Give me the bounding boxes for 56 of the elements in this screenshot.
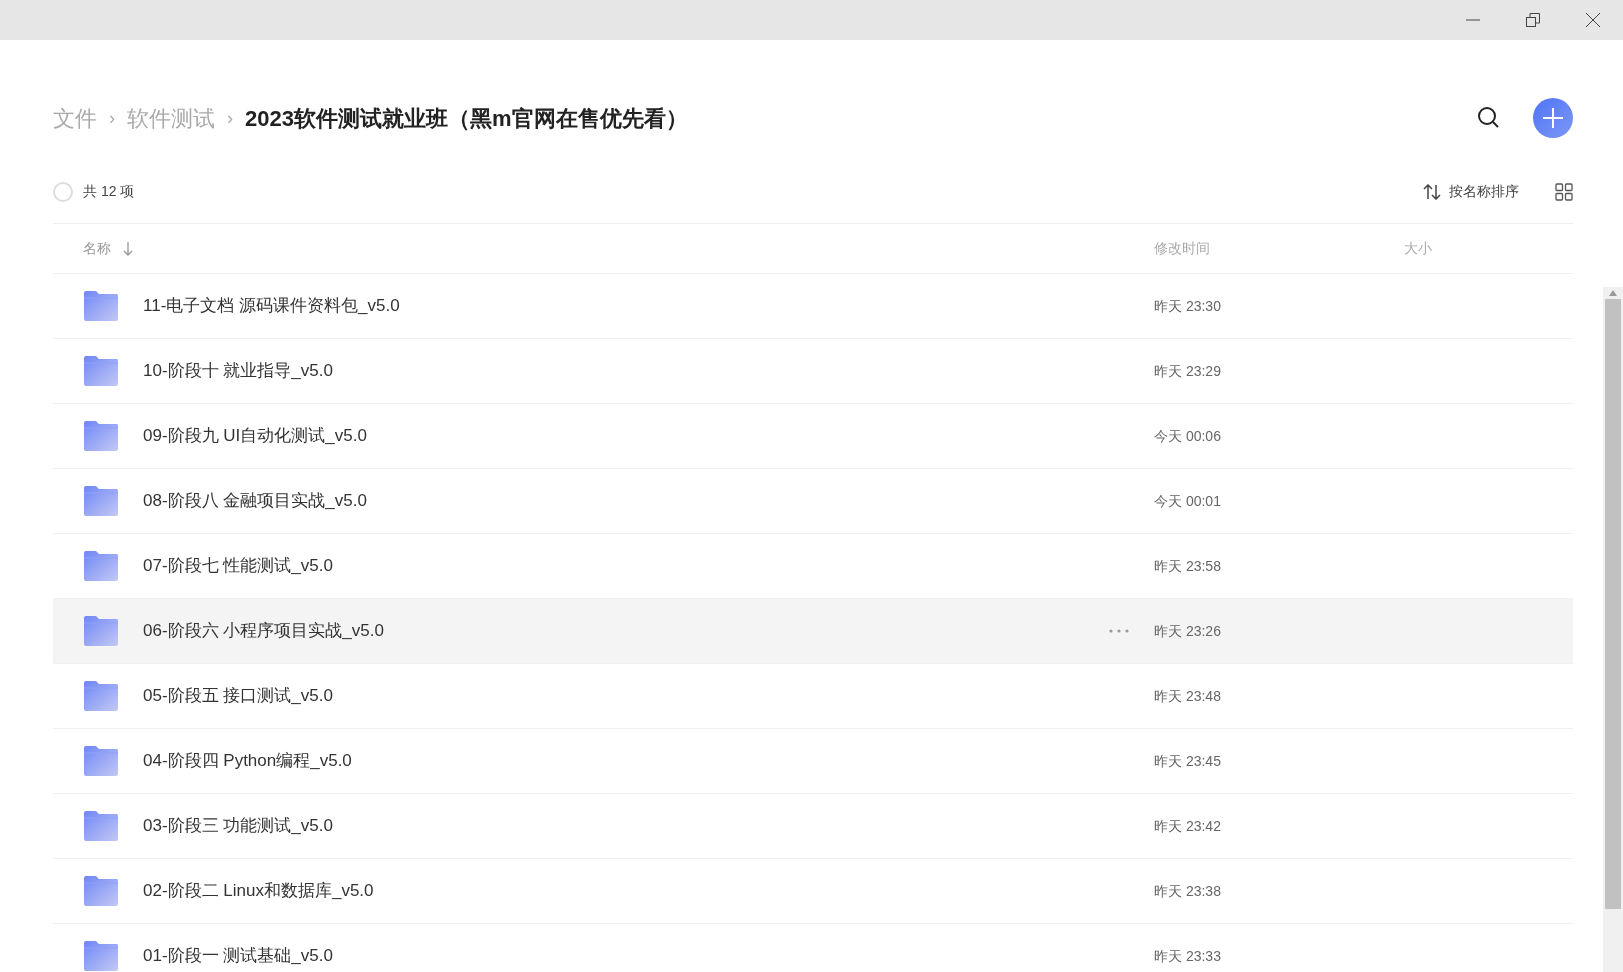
folder-icon	[83, 876, 119, 906]
folder-icon	[83, 681, 119, 711]
file-name: 05-阶段五 接口测试_v5.0	[143, 685, 334, 708]
modified-time: 昨天 23:38	[1154, 881, 1221, 901]
sort-down-icon	[123, 241, 133, 256]
folder-icon	[83, 616, 119, 646]
grid-view-icon[interactable]	[1555, 182, 1573, 201]
select-all-checkbox[interactable]	[53, 181, 73, 202]
item-count: 共 12 项	[83, 182, 135, 201]
file-row[interactable]: 05-阶段五 接口测试_v5.0 昨天 23:48	[53, 664, 1573, 729]
plus-icon	[1543, 108, 1563, 128]
file-row[interactable]: 01-阶段一 测试基础_v5.0 昨天 23:33	[53, 924, 1573, 972]
folder-icon	[83, 551, 119, 581]
file-name: 03-阶段三 功能测试_v5.0	[143, 815, 334, 838]
folder-icon	[83, 291, 119, 321]
modified-time: 昨天 23:58	[1154, 556, 1221, 576]
modified-time: 昨天 23:48	[1154, 686, 1221, 706]
file-name: 04-阶段四 Python编程_v5.0	[143, 750, 353, 773]
file-row[interactable]: 03-阶段三 功能测试_v5.0 昨天 23:42	[53, 794, 1573, 859]
breadcrumb-separator: ›	[227, 106, 233, 130]
folder-icon	[83, 746, 119, 776]
file-row[interactable]: 02-阶段二 Linux和数据库_v5.0 昨天 23:38	[53, 859, 1573, 924]
file-name: 06-阶段六 小程序项目实战_v5.0	[143, 620, 385, 643]
folder-icon	[83, 486, 119, 516]
add-button[interactable]	[1533, 98, 1573, 138]
file-name: 09-阶段九 UI自动化测试_v5.0	[143, 425, 368, 448]
modified-time: 昨天 23:26	[1154, 621, 1221, 641]
modified-time: 昨天 23:30	[1154, 296, 1221, 316]
file-name: 02-阶段二 Linux和数据库_v5.0	[143, 880, 375, 903]
sort-button[interactable]: 按名称排序	[1423, 181, 1519, 202]
file-row[interactable]: 11-电子文档 源码课件资料包_v5.0 昨天 23:30	[53, 274, 1573, 339]
scroll-up-icon[interactable]	[1609, 290, 1617, 296]
file-name: 11-电子文档 源码课件资料包_v5.0	[143, 295, 401, 318]
folder-icon	[83, 421, 119, 451]
modified-time: 昨天 23:29	[1154, 361, 1221, 381]
file-name: 10-阶段十 就业指导_v5.0	[143, 360, 334, 383]
folder-icon	[83, 811, 119, 841]
modified-time: 今天 00:06	[1154, 426, 1221, 446]
breadcrumb-item: 2023软件测试就业班（黑m官网在售优先看）	[245, 104, 688, 133]
file-row[interactable]: 04-阶段四 Python编程_v5.0 昨天 23:45	[53, 729, 1573, 794]
modified-time: 昨天 23:42	[1154, 816, 1221, 836]
file-row[interactable]: 06-阶段六 小程序项目实战_v5.0 昨天 23:26	[53, 599, 1573, 664]
folder-icon	[83, 356, 119, 386]
folder-icon	[83, 941, 119, 971]
modified-time: 今天 00:01	[1154, 491, 1221, 511]
file-row[interactable]: 09-阶段九 UI自动化测试_v5.0 今天 00:06	[53, 404, 1573, 469]
breadcrumb-separator: ›	[109, 106, 115, 130]
file-name: 08-阶段八 金融项目实战_v5.0	[143, 490, 368, 513]
file-row[interactable]: 10-阶段十 就业指导_v5.0 昨天 23:29	[53, 339, 1573, 404]
modified-time: 昨天 23:33	[1154, 946, 1221, 966]
file-name: 07-阶段七 性能测试_v5.0	[143, 555, 334, 578]
file-row[interactable]: 08-阶段八 金融项目实战_v5.0 今天 00:01	[53, 469, 1573, 534]
modified-time: 昨天 23:45	[1154, 751, 1221, 771]
file-name: 01-阶段一 测试基础_v5.0	[143, 945, 334, 968]
sort-arrows-icon	[1423, 183, 1441, 200]
more-icon[interactable]	[1109, 629, 1129, 633]
